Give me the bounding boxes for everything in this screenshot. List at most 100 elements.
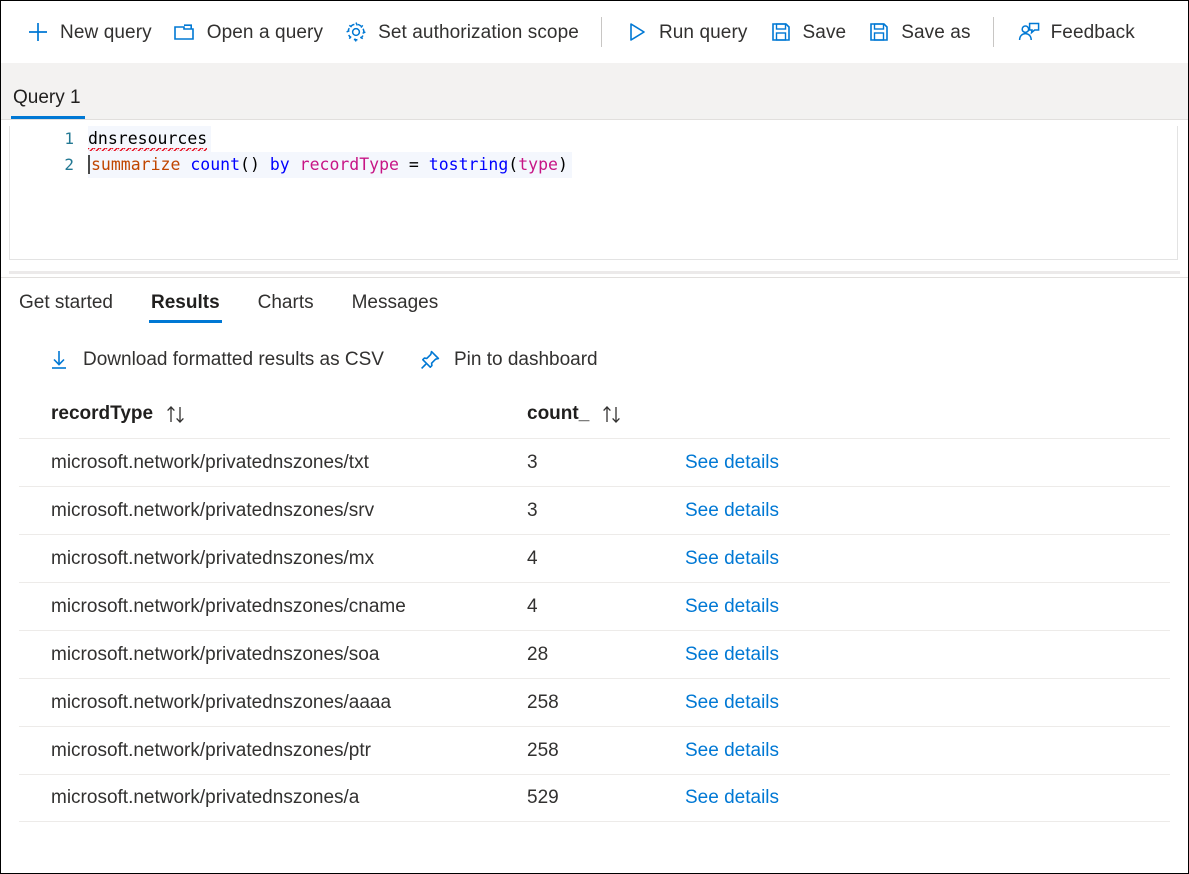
folder-open-icon: [172, 19, 198, 45]
query-editor[interactable]: 1 dnsresources 2 summarize count() by re…: [9, 126, 1178, 260]
code-token-type: type: [518, 155, 558, 174]
open-query-button[interactable]: Open a query: [162, 12, 333, 52]
new-query-button[interactable]: New query: [15, 12, 162, 52]
gear-icon: [343, 19, 369, 45]
code-line: 1 dnsresources: [10, 126, 1177, 152]
pin-to-dashboard-button[interactable]: Pin to dashboard: [418, 348, 598, 372]
feedback-button[interactable]: Feedback: [1006, 12, 1145, 52]
sort-arrows-icon: [600, 405, 624, 424]
table-row[interactable]: microsoft.network/privatednszones/mx 4 S…: [19, 534, 1170, 582]
code-token-open-paren: (: [508, 155, 518, 174]
column-header-count-label: count_: [527, 403, 589, 425]
results-pane: Get started Results Charts Messages: [1, 277, 1188, 822]
save-button[interactable]: Save: [758, 12, 857, 52]
see-details-link[interactable]: See details: [685, 644, 1170, 666]
sort-arrows-icon: [164, 405, 188, 424]
see-details-link[interactable]: See details: [685, 452, 1170, 474]
query-editor-region: 1 dnsresources 2 summarize count() by re…: [1, 120, 1188, 267]
tab-charts[interactable]: Charts: [256, 293, 316, 323]
query-tab-1[interactable]: Query 1: [1, 87, 95, 119]
cell-count: 4: [527, 548, 685, 570]
query-tab-1-label: Query 1: [13, 87, 81, 108]
code-token-count-parens: (): [240, 155, 260, 174]
table-row[interactable]: microsoft.network/privatednszones/cname …: [19, 582, 1170, 630]
code-token-close-paren: ): [558, 155, 568, 174]
table-row[interactable]: microsoft.network/privatednszones/srv 3 …: [19, 486, 1170, 534]
save-icon: [768, 19, 794, 45]
cell-recordtype: microsoft.network/privatednszones/srv: [51, 500, 527, 522]
cell-recordtype: microsoft.network/privatednszones/cname: [51, 596, 527, 618]
plus-icon: [25, 19, 51, 45]
new-query-label: New query: [60, 23, 152, 42]
code-line: 2 summarize count() by recordType = tost…: [10, 152, 1177, 178]
pane-splitter[interactable]: [1, 267, 1188, 277]
cell-count: 3: [527, 500, 685, 522]
tab-results-label: Results: [151, 292, 220, 313]
table-row[interactable]: microsoft.network/privatednszones/a 529 …: [19, 774, 1170, 822]
line-number: 1: [10, 126, 88, 152]
tab-get-started-label: Get started: [19, 292, 113, 313]
table-row[interactable]: microsoft.network/privatednszones/ptr 25…: [19, 726, 1170, 774]
code-token-count: count: [190, 155, 240, 174]
cell-count: 529: [527, 787, 685, 809]
code-line-content[interactable]: summarize count() by recordType = tostri…: [88, 152, 572, 178]
cell-count: 28: [527, 644, 685, 666]
open-query-label: Open a query: [207, 23, 323, 42]
person-feedback-icon: [1016, 19, 1042, 45]
cell-recordtype: microsoft.network/privatednszones/txt: [51, 452, 527, 474]
tab-get-started[interactable]: Get started: [17, 293, 115, 323]
cell-recordtype: microsoft.network/privatednszones/mx: [51, 548, 527, 570]
see-details-link[interactable]: See details: [685, 596, 1170, 618]
see-details-link[interactable]: See details: [685, 787, 1170, 809]
table-row[interactable]: microsoft.network/privatednszones/soa 28…: [19, 630, 1170, 678]
line-number: 2: [10, 152, 88, 178]
azure-resource-graph-explorer: New query Open a query: [0, 0, 1189, 874]
tab-charts-label: Charts: [258, 292, 314, 313]
save-as-label: Save as: [901, 23, 970, 42]
cell-recordtype: microsoft.network/privatednszones/ptr: [51, 740, 527, 762]
results-table: recordType count_: [19, 390, 1170, 822]
see-details-link[interactable]: See details: [685, 500, 1170, 522]
code-line-content[interactable]: dnsresources: [88, 126, 211, 152]
tab-messages[interactable]: Messages: [350, 293, 441, 323]
table-row[interactable]: microsoft.network/privatednszones/aaaa 2…: [19, 678, 1170, 726]
command-bar: New query Open a query: [1, 1, 1188, 63]
cell-count: 258: [527, 740, 685, 762]
tab-results[interactable]: Results: [149, 293, 222, 323]
save-as-button[interactable]: Save as: [856, 12, 980, 52]
toolbar-separator-1: [601, 17, 602, 47]
column-header-count[interactable]: count_: [527, 403, 685, 425]
download-icon: [47, 348, 71, 372]
save-label: Save: [803, 23, 847, 42]
see-details-link[interactable]: See details: [685, 740, 1170, 762]
code-token-tostring: tostring: [429, 155, 508, 174]
play-icon: [624, 19, 650, 45]
results-action-bar: Download formatted results as CSV Pin to…: [1, 328, 1188, 372]
cell-recordtype: microsoft.network/privatednszones/a: [51, 787, 527, 809]
cell-count: 4: [527, 596, 685, 618]
code-token-recordtype: recordType: [300, 155, 399, 174]
cell-count: 258: [527, 692, 685, 714]
column-header-recordtype-label: recordType: [51, 403, 153, 425]
cell-count: 3: [527, 452, 685, 474]
see-details-link[interactable]: See details: [685, 692, 1170, 714]
tab-messages-label: Messages: [352, 292, 439, 313]
set-authorization-scope-button[interactable]: Set authorization scope: [333, 12, 589, 52]
set-authorization-scope-label: Set authorization scope: [378, 23, 579, 42]
pin-icon: [418, 348, 442, 372]
feedback-label: Feedback: [1051, 23, 1135, 42]
text-caret: [88, 155, 90, 174]
cell-recordtype: microsoft.network/privatednszones/aaaa: [51, 692, 527, 714]
results-tabs: Get started Results Charts Messages: [1, 278, 1188, 328]
table-header-row: recordType count_: [19, 390, 1170, 438]
see-details-link[interactable]: See details: [685, 548, 1170, 570]
run-query-label: Run query: [659, 23, 748, 42]
cell-recordtype: microsoft.network/privatednszones/soa: [51, 644, 527, 666]
pin-to-dashboard-label: Pin to dashboard: [454, 349, 598, 371]
download-csv-button[interactable]: Download formatted results as CSV: [47, 348, 384, 372]
table-row[interactable]: microsoft.network/privatednszones/txt 3 …: [19, 438, 1170, 486]
toolbar-separator-2: [993, 17, 994, 47]
run-query-button[interactable]: Run query: [614, 12, 758, 52]
download-csv-label: Download formatted results as CSV: [83, 349, 384, 371]
column-header-recordtype[interactable]: recordType: [51, 403, 527, 425]
